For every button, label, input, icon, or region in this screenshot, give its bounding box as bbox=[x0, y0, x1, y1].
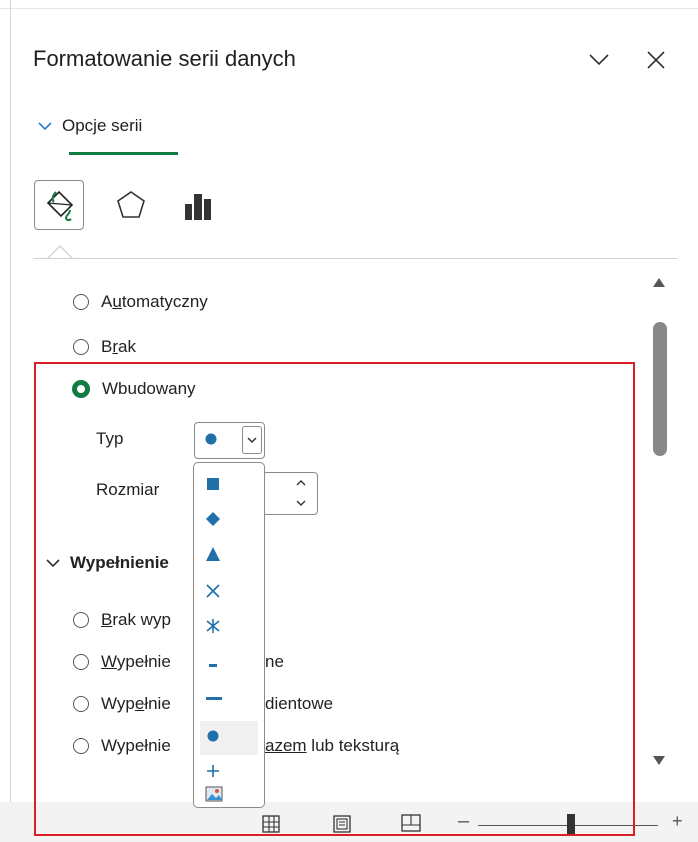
marker-option-long-dash[interactable] bbox=[200, 681, 258, 715]
effects-tab[interactable] bbox=[106, 180, 156, 230]
circle-marker-icon bbox=[207, 730, 219, 742]
panel-left-border bbox=[10, 0, 11, 842]
short-dash-marker-icon bbox=[209, 664, 217, 667]
radio-none-label: Brak bbox=[101, 337, 136, 356]
zoom-in-button[interactable]: + bbox=[672, 811, 683, 832]
radio-circle[interactable] bbox=[73, 294, 89, 310]
tab-series-options[interactable]: Opcje serii bbox=[38, 116, 142, 136]
marker-option-x[interactable] bbox=[200, 574, 258, 608]
series-options-tab[interactable] bbox=[173, 180, 223, 230]
radio-automatic[interactable]: Automatyczny bbox=[73, 292, 208, 312]
bar-chart-icon bbox=[185, 194, 211, 220]
diamond-marker-icon bbox=[206, 512, 220, 526]
collapse-chevron-button[interactable] bbox=[583, 44, 615, 76]
marker-option-triangle[interactable] bbox=[200, 537, 258, 571]
marker-option-diamond[interactable] bbox=[200, 502, 258, 536]
radio-none[interactable]: Brak bbox=[73, 337, 136, 357]
chevron-down-icon bbox=[38, 122, 52, 131]
tab-underline bbox=[69, 152, 178, 155]
marker-option-short-dash[interactable] bbox=[200, 645, 258, 679]
long-dash-marker-icon bbox=[206, 697, 222, 700]
close-button[interactable] bbox=[640, 44, 672, 76]
x-marker-icon bbox=[206, 584, 220, 598]
highlight-box bbox=[34, 362, 635, 836]
plus-marker-icon bbox=[207, 765, 219, 777]
marker-option-circle[interactable] bbox=[200, 721, 258, 755]
scroll-up-icon[interactable] bbox=[652, 276, 666, 288]
picture-marker-icon bbox=[205, 786, 223, 802]
scrollbar-thumb[interactable] bbox=[653, 322, 667, 456]
radio-circle[interactable] bbox=[73, 339, 89, 355]
fill-line-tab[interactable] bbox=[34, 180, 84, 230]
top-border bbox=[0, 8, 698, 9]
square-marker-icon bbox=[207, 478, 219, 490]
scroll-down-icon[interactable] bbox=[652, 755, 666, 767]
paint-bucket-icon bbox=[46, 190, 74, 222]
marker-option-picture[interactable] bbox=[200, 783, 258, 805]
triangle-marker-icon bbox=[206, 547, 220, 561]
close-icon bbox=[647, 51, 665, 69]
pentagon-icon bbox=[117, 191, 145, 218]
chevron-down-icon bbox=[589, 54, 609, 66]
marker-option-square[interactable] bbox=[200, 467, 258, 501]
marker-type-dropdown-list bbox=[193, 462, 265, 808]
panel-title: Formatowanie serii danych bbox=[33, 46, 296, 71]
radio-automatic-label: Automatyczny bbox=[101, 292, 208, 311]
marker-option-star[interactable] bbox=[200, 609, 258, 643]
section-separator bbox=[33, 258, 677, 259]
tab-label: Opcje serii bbox=[62, 116, 143, 135]
star-marker-icon bbox=[206, 619, 220, 633]
